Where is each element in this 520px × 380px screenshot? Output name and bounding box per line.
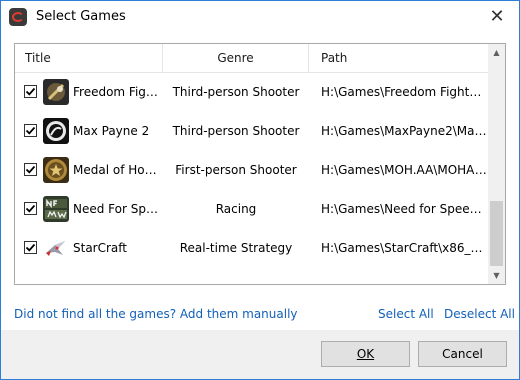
game-genre: Real-time Strategy (179, 241, 293, 255)
vertical-scrollbar[interactable]: ▲ ▼ (488, 44, 505, 284)
dialog-title: Select Games (36, 9, 126, 24)
game-genre: First-person Shooter (175, 163, 297, 177)
game-genre: Racing (215, 202, 257, 216)
app-logo-icon (9, 8, 27, 26)
game-checkbox[interactable] (24, 202, 37, 215)
scroll-up-arrow-icon[interactable]: ▲ (488, 44, 505, 61)
deselect-all-link[interactable]: Deselect All (444, 307, 515, 321)
freedom-fighters-icon (43, 79, 69, 105)
column-header-genre[interactable]: Genre (163, 44, 309, 72)
game-genre: Third-person Shooter (172, 124, 300, 138)
scroll-down-arrow-icon[interactable]: ▼ (488, 267, 505, 284)
game-title: Max Payne 2 (73, 124, 150, 138)
close-button[interactable]: ✕ (483, 5, 511, 29)
game-path: H:\Games\StarCraft\x86_64\S... (321, 241, 487, 255)
game-path: H:\Games\Need for Speed M... (321, 202, 487, 216)
need-for-speed-icon (43, 196, 69, 222)
max-payne-icon (43, 118, 69, 144)
game-checkbox[interactable] (24, 85, 37, 98)
game-row[interactable]: StarCraft Real-time Strategy H:\Games\St… (15, 229, 489, 268)
game-path: H:\Games\MaxPayne2\Max ... (321, 124, 487, 138)
game-checkbox[interactable] (24, 241, 37, 254)
game-checkbox[interactable] (24, 124, 37, 137)
game-title: StarCraft (73, 241, 127, 255)
title-bar: Select Games ✕ (1, 1, 519, 33)
game-genre: Third-person Shooter (172, 85, 300, 99)
game-path: H:\Games\Freedom Fighters\... (321, 85, 487, 99)
game-title: Medal of Hon... (73, 163, 163, 177)
select-games-dialog: Select Games ✕ Title Genre Path Freedom … (0, 0, 520, 380)
game-checkbox[interactable] (24, 163, 37, 176)
game-title: Freedom Figh... (73, 85, 163, 99)
list-header: Title Genre Path (15, 44, 489, 73)
starcraft-icon (43, 235, 69, 261)
ok-button[interactable]: OK (321, 341, 410, 367)
cancel-button-label: Cancel (442, 347, 483, 361)
ok-button-label: OK (356, 347, 375, 361)
select-all-link[interactable]: Select All (378, 307, 434, 321)
games-list[interactable]: Title Genre Path Freedom Figh... Third-p… (14, 43, 506, 285)
column-header-title[interactable]: Title (15, 44, 163, 72)
scrollbar-thumb[interactable] (490, 201, 503, 266)
game-row[interactable]: Max Payne 2 Third-person Shooter H:\Game… (15, 112, 489, 151)
medal-of-honor-icon (43, 157, 69, 183)
close-icon: ✕ (489, 6, 505, 27)
game-row[interactable]: Need For Spe... Racing H:\Games\Need for… (15, 190, 489, 229)
column-header-path[interactable]: Path (309, 44, 489, 72)
game-row[interactable]: Freedom Figh... Third-person Shooter H:\… (15, 73, 489, 112)
game-path: H:\Games\MOH.AA\MOHAA... (321, 163, 487, 177)
cancel-button[interactable]: Cancel (418, 341, 507, 367)
add-games-manually-link[interactable]: Did not find all the games? Add them man… (14, 307, 298, 321)
game-row[interactable]: Medal of Hon... First-person Shooter H:\… (15, 151, 489, 190)
game-title: Need For Spe... (73, 202, 163, 216)
dialog-footer: OK Cancel (1, 330, 519, 379)
